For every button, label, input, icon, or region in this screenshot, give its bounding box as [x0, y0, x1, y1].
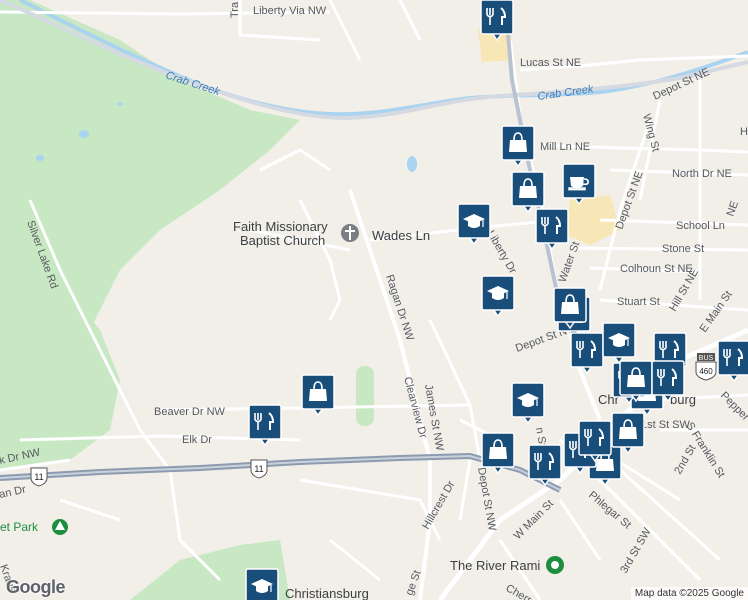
restaurant-pin-icon[interactable] [248, 404, 282, 447]
place-icon[interactable] [546, 556, 564, 574]
google-logo: Google [6, 577, 66, 597]
school-pin-icon[interactable] [245, 568, 279, 600]
restaurant-pin-icon[interactable] [651, 360, 685, 403]
shopping-pin-icon[interactable] [553, 287, 587, 330]
restaurant-pin-icon[interactable] [480, 0, 514, 42]
svg-text:BUS: BUS [699, 355, 714, 362]
street-label: Elk Dr [182, 434, 212, 446]
school-pin-icon[interactable] [602, 322, 636, 365]
shopping-pin-icon[interactable] [611, 412, 645, 455]
cafe-pin-icon[interactable] [562, 163, 596, 206]
shopping-pin-icon[interactable] [501, 125, 535, 168]
street-label: H [740, 126, 748, 138]
street-label: 1st St SW [641, 419, 691, 431]
restaurant-pin-icon[interactable] [717, 340, 748, 383]
street-label: Colhoun St NE [620, 263, 693, 275]
route-shield: 460 [695, 361, 717, 381]
route-shield-bus: BUS [697, 353, 715, 362]
street-label: School Ln [676, 220, 725, 232]
school-pin-icon[interactable] [481, 275, 515, 318]
place-label: Baptist Church [240, 233, 325, 248]
shopping-pin-icon[interactable] [481, 432, 515, 475]
map-attribution[interactable]: Map data ©2025 Google [630, 587, 748, 600]
map-canvas[interactable]: Faith Missionary Baptist Church The Rive… [0, 0, 748, 600]
route-shield: 11 [250, 459, 268, 479]
svg-text:11: 11 [34, 472, 43, 482]
restaurant-pin-icon[interactable] [578, 420, 612, 463]
route-shield: 11 [30, 467, 48, 487]
school-pin-icon[interactable] [457, 203, 491, 246]
svg-text:460: 460 [699, 367, 713, 376]
street-label: Stone St [662, 243, 704, 255]
street-label: North Dr NE [672, 168, 732, 180]
street-label: Beaver Dr NW [154, 406, 226, 418]
school-pin-icon[interactable] [511, 382, 545, 425]
restaurant-pin-icon[interactable] [570, 332, 604, 375]
restaurant-pin-icon[interactable] [528, 444, 562, 487]
street-label: Mill Ln NE [540, 141, 590, 153]
svg-text:11: 11 [254, 464, 263, 474]
street-label: Tra [229, 1, 241, 18]
shopping-pin-icon[interactable] [301, 374, 335, 417]
place-label: et Park [0, 520, 39, 534]
church-icon[interactable] [341, 224, 359, 242]
place-label: Christiansburg [285, 586, 369, 600]
shopping-pin-icon[interactable] [511, 171, 545, 214]
street-label: Lucas St NE [520, 57, 581, 69]
park-icon[interactable] [52, 519, 68, 535]
street-label: Stuart St [617, 296, 660, 308]
street-label: Liberty Via NW [253, 5, 327, 17]
street-label: Wades Ln [372, 228, 430, 243]
place-label: Faith Missionary [233, 219, 328, 234]
place-label: The River Rami [450, 558, 540, 573]
park-field [356, 366, 374, 426]
restaurant-pin-icon[interactable] [535, 208, 569, 251]
shopping-pin-icon[interactable] [619, 360, 653, 403]
